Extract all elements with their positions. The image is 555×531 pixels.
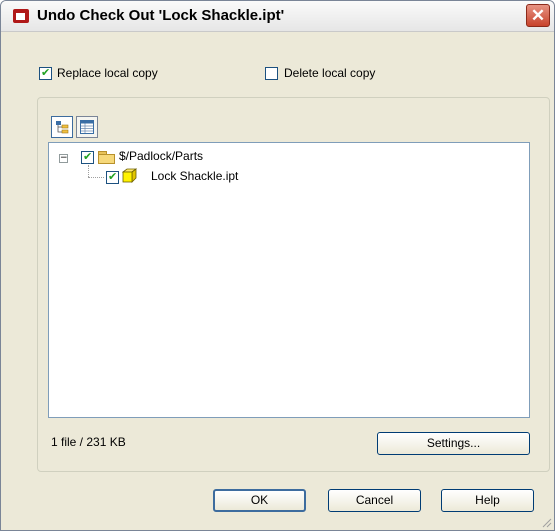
delete-local-copy-checkbox[interactable] — [265, 67, 278, 80]
tree-view-icon — [56, 121, 69, 134]
close-icon: ✕ — [530, 6, 546, 25]
help-button[interactable]: Help — [441, 489, 534, 512]
dialog-window: Undo Check Out 'Lock Shackle.ipt' ✕ Repl… — [0, 0, 555, 531]
settings-button[interactable]: Settings... — [377, 432, 530, 455]
tree-root-checkbox[interactable] — [81, 150, 94, 164]
app-icon — [13, 9, 29, 23]
replace-local-copy-label[interactable]: Replace local copy — [57, 66, 158, 80]
delete-local-copy-label[interactable]: Delete local copy — [284, 66, 375, 80]
tree-item-checkbox[interactable] — [106, 170, 119, 184]
collapse-icon[interactable]: − — [59, 154, 68, 163]
tree-item-label[interactable]: Lock Shackle.ipt — [151, 169, 238, 183]
file-tree[interactable]: − $/Padlock/Parts Lock Shackle.ipt — [48, 142, 530, 418]
replace-local-copy-checkbox[interactable] — [39, 66, 52, 80]
resize-grip-icon[interactable] — [540, 516, 552, 528]
tree-view-button[interactable] — [51, 116, 73, 138]
list-view-button[interactable] — [76, 116, 98, 138]
window-title: Undo Check Out 'Lock Shackle.ipt' — [37, 7, 285, 24]
close-button[interactable]: ✕ — [526, 4, 550, 27]
title-bar[interactable]: Undo Check Out 'Lock Shackle.ipt' ✕ — [1, 1, 554, 32]
tree-root-label[interactable]: $/Padlock/Parts — [119, 149, 203, 163]
folder-icon — [98, 151, 115, 164]
status-summary: 1 file / 231 KB — [51, 435, 126, 449]
tree-connector — [88, 177, 104, 178]
tree-connector — [88, 165, 89, 177]
part-file-icon — [122, 168, 137, 183]
ok-button[interactable]: OK — [213, 489, 306, 512]
list-view-icon — [80, 120, 94, 134]
cancel-button[interactable]: Cancel — [328, 489, 421, 512]
